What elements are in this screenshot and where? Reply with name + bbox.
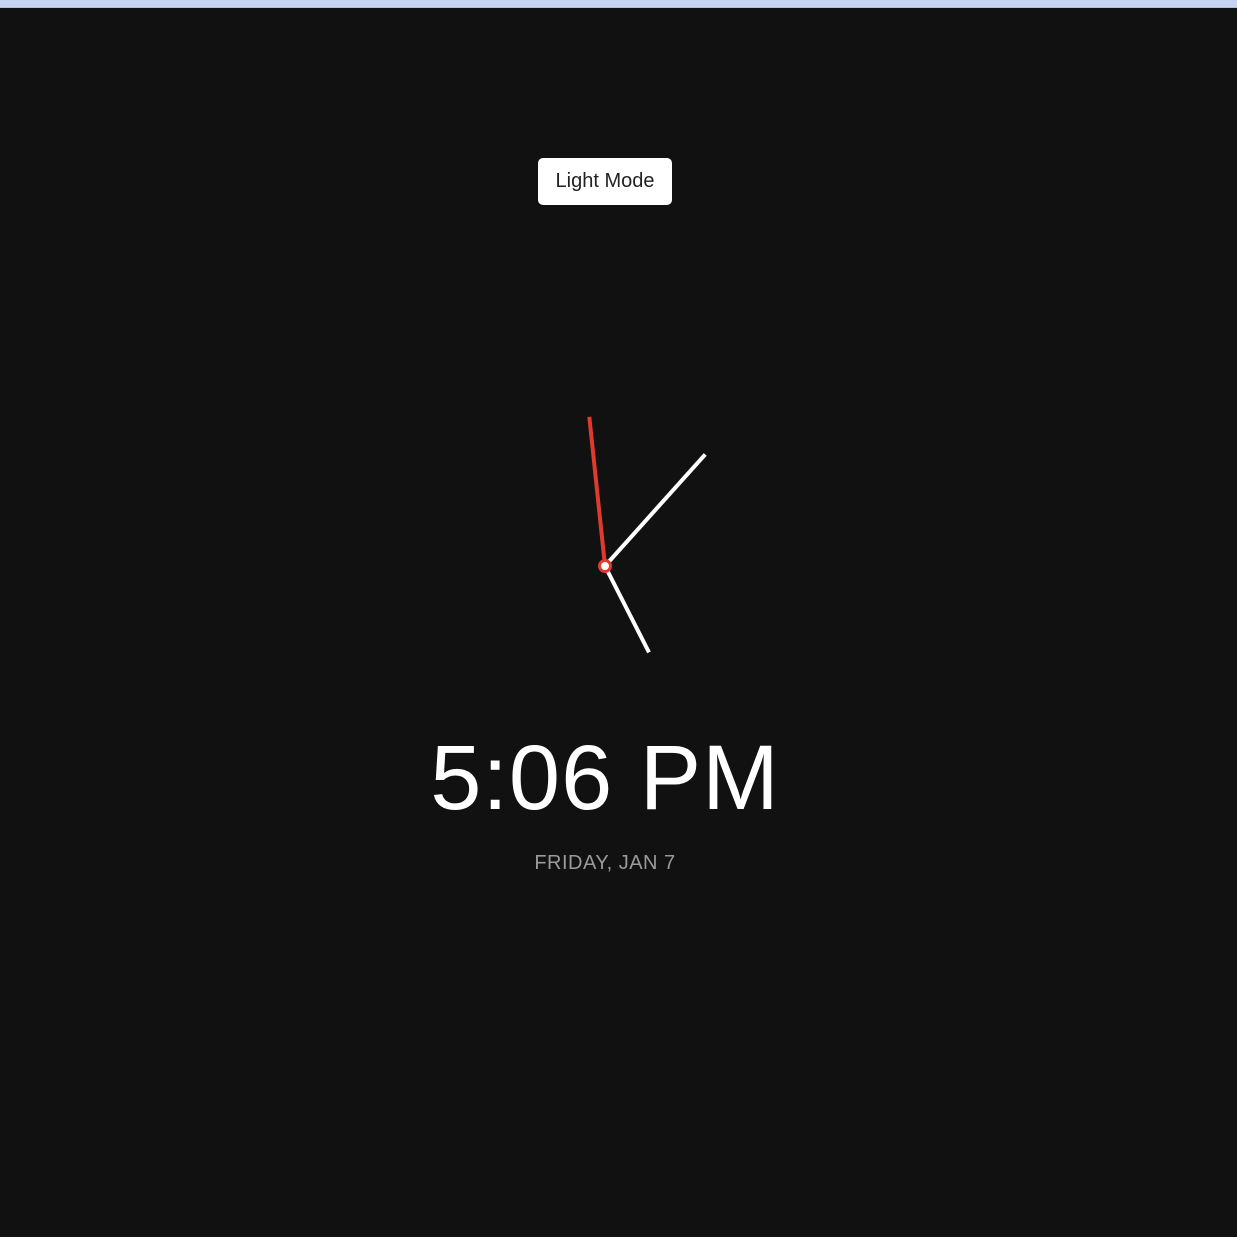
browser-top-edge	[0, 0, 1237, 8]
second-hand	[587, 416, 607, 567]
date-label: FRIDAY, JAN 7	[534, 852, 676, 874]
light-mode-toggle-button[interactable]: Light Mode	[538, 158, 672, 205]
digital-time: 5:06 PM	[430, 727, 780, 829]
clock-page: Light Mode 5:06 PM FRIDAY, JAN 7	[0, 0, 1237, 1237]
clock-center-pin	[598, 559, 612, 573]
hour-hand	[603, 565, 651, 654]
minute-hand	[603, 453, 707, 568]
